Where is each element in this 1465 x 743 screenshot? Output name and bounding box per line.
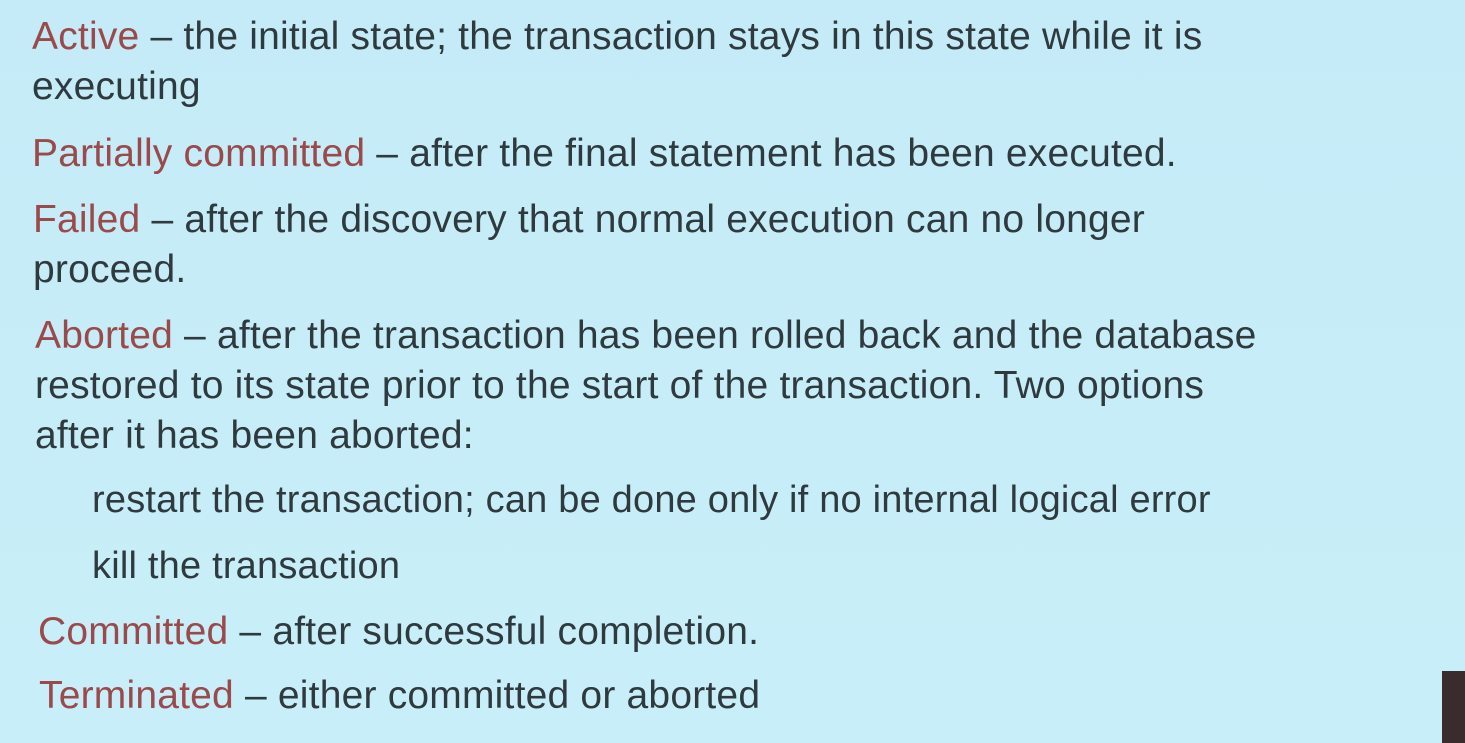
state-partially-committed-line-1: Partially committed – after the final st… [32,129,1177,179]
description-line: after the discovery that normal executio… [184,198,1145,241]
state-failed: Failed – after the discovery that normal… [33,195,1145,295]
description-line: either committed or aborted [277,674,761,717]
state-active: Active – the initial state; the transact… [32,12,1202,112]
description-line: the initial state; the transaction stays… [183,15,1203,58]
corner-edge-block [1442,671,1465,743]
description-line: executing [32,65,201,108]
state-aborted-line-1: Aborted – after the transaction has been… [35,311,1257,361]
description-line: after the final statement has been execu… [409,132,1177,175]
state-terminated: Terminated – either committed or aborted [39,671,760,721]
state-committed: Committed – after successful completion. [38,607,759,657]
description-line: proceed. [33,248,187,291]
term-active: Active [32,15,140,58]
state-failed-line-1: Failed – after the discovery that normal… [33,195,1145,245]
description-line: restored to its state prior to the start… [35,364,1205,407]
state-active-line-1: Active – the initial state; the transact… [32,12,1202,62]
slide: Active – the initial state; the transact… [0,0,1465,743]
description-line: after the transaction has been rolled ba… [216,314,1257,357]
state-aborted: Aborted – after the transaction has been… [35,311,1257,461]
state-terminated-line-1: Terminated – either committed or aborted [39,671,760,721]
state-committed-line-1: Committed – after successful completion. [38,607,759,657]
separator: – [150,15,173,58]
term-partially-committed: Partially committed [32,132,366,175]
description-line: after successful completion. [272,610,760,653]
separator: – [376,132,399,175]
aborted-option-restart: restart the transaction; can be done onl… [92,479,1211,521]
state-partially-committed: Partially committed – after the final st… [32,129,1177,179]
term-terminated: Terminated [39,674,234,717]
term-aborted: Aborted [35,314,173,357]
description-line: after it has been aborted: [35,414,474,457]
term-failed: Failed [33,198,141,241]
separator: – [151,198,174,241]
aborted-option-kill: kill the transaction [92,545,401,587]
term-committed: Committed [38,610,229,653]
separator: – [184,314,206,357]
separator: – [244,674,267,717]
separator: – [239,610,262,653]
